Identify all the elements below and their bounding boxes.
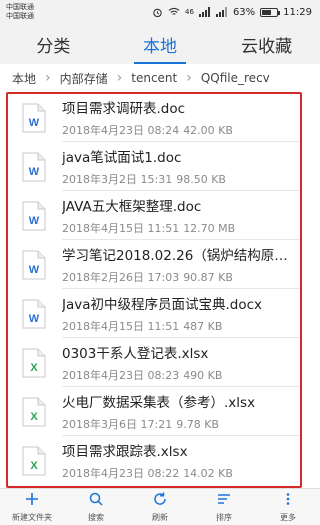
row-divider (62, 435, 300, 436)
file-size: 90.87 KB (183, 271, 233, 284)
file-row[interactable]: W 项目需求调研表.doc 2018年4月23日 08:24 42.00 KB (8, 94, 300, 142)
file-row[interactable]: X 项目需求跟踪表.xlsx 2018年4月23日 08:22 14.02 KB (8, 437, 300, 485)
excel-sheet-icon: X (22, 348, 46, 378)
file-row[interactable]: W Java初中级程序员面试宝典.docx 2018年4月15日 11:51 48… (8, 290, 300, 338)
tab-bar: 分类 本地 云收藏 (0, 24, 320, 64)
search-button[interactable]: 搜索 (64, 489, 128, 525)
file-size: 490 KB (183, 369, 223, 382)
breadcrumb-qqfile-recv[interactable]: QQfile_recv (197, 71, 274, 85)
alarm-icon (152, 7, 163, 18)
sort-label: 排序 (216, 513, 232, 522)
file-date: 2018年3月6日 17:21 (62, 418, 173, 431)
word-doc-icon: W (22, 299, 46, 329)
svg-text:W: W (29, 166, 40, 178)
row-divider (62, 141, 300, 142)
tab-local[interactable]: 本地 (107, 24, 214, 64)
word-doc-icon: W (22, 201, 46, 231)
file-date: 2018年3月2日 15:31 (62, 173, 173, 186)
file-date: 2018年4月23日 08:22 (62, 467, 180, 480)
row-divider (62, 190, 300, 191)
excel-sheet-icon: X (22, 397, 46, 427)
word-doc-icon: W (22, 152, 46, 182)
file-list: W 项目需求调研表.doc 2018年4月23日 08:24 42.00 KB W… (6, 92, 302, 488)
svg-text:X: X (30, 411, 38, 423)
file-date: 2018年2月26日 17:03 (62, 271, 180, 284)
file-row[interactable]: W java笔试面试1.doc 2018年3月2日 15:31 98.50 KB (8, 143, 300, 191)
chevron-right-icon: › (45, 70, 51, 86)
file-date: 2018年4月15日 11:51 (62, 222, 180, 235)
excel-sheet-icon: X (22, 446, 46, 476)
battery-percent: 63% (232, 6, 256, 18)
file-date: 2018年4月15日 11:51 (62, 320, 180, 333)
file-row[interactable]: W 学习笔记2018.02.26（锅炉结构原理及… 2018年2月26日 17:… (8, 241, 300, 289)
file-size: 14.02 KB (183, 467, 233, 480)
svg-text:X: X (30, 362, 38, 374)
file-row[interactable]: X 火电厂数据采集表（参考）.xlsx 2018年3月6日 17:21 9.78 … (8, 388, 300, 436)
battery-icon (260, 7, 281, 17)
bottom-toolbar: 新建文件夹 搜索 刷新 排序 更多 (0, 488, 320, 525)
file-date: 2018年4月23日 08:24 (62, 124, 180, 137)
file-name: java笔试面试1.doc (62, 150, 182, 166)
refresh-label: 刷新 (152, 513, 168, 522)
file-size: 9.78 KB (176, 418, 219, 431)
signal-bars-icon (198, 7, 211, 17)
new-folder-label: 新建文件夹 (12, 513, 52, 522)
file-name: 项目需求跟踪表.xlsx (62, 444, 188, 460)
file-name: Java初中级程序员面试宝典.docx (62, 297, 263, 313)
file-name: 0303干系人登记表.xlsx (62, 346, 209, 362)
chevron-right-icon: › (186, 70, 192, 86)
sort-button[interactable]: 排序 (192, 489, 256, 525)
file-name: 项目需求调研表.doc (62, 101, 186, 117)
file-date: 2018年4月23日 08:23 (62, 369, 180, 382)
status-bar: 中国联通 中国联通 46 63% 11:29 (0, 0, 320, 24)
more-button[interactable]: 更多 (256, 489, 320, 525)
file-name: JAVA五大框架整理.doc (62, 199, 202, 215)
word-doc-icon: W (22, 250, 46, 280)
signal-bars-icon-2 (215, 7, 228, 17)
sort-icon (216, 491, 232, 511)
svg-text:W: W (29, 117, 40, 129)
chevron-right-icon: › (116, 70, 123, 86)
file-name: 学习笔记2018.02.26（锅炉结构原理及… (62, 248, 296, 264)
breadcrumb-internal-storage[interactable]: 内部存储 (56, 70, 112, 87)
more-label: 更多 (280, 513, 296, 522)
svg-text:W: W (29, 264, 40, 276)
plus-icon (24, 491, 40, 511)
breadcrumb-local[interactable]: 本地 (8, 70, 40, 87)
carrier-label-2: 中国联通 (6, 12, 34, 20)
signal-label: 46 (185, 8, 194, 16)
file-name: 火电厂数据采集表（参考）.xlsx (62, 395, 256, 411)
breadcrumb: 本地 › 内部存储 › tencent › QQfile_recv (0, 66, 320, 90)
file-row[interactable]: X 0303干系人登记表.xlsx 2018年4月23日 08:23 490 KB (8, 339, 300, 387)
refresh-button[interactable]: 刷新 (128, 489, 192, 525)
refresh-icon (152, 491, 168, 511)
file-row[interactable]: W JAVA五大框架整理.doc 2018年4月15日 11:51 12.70 M… (8, 192, 300, 240)
file-size: 487 KB (183, 320, 223, 333)
search-icon (88, 491, 104, 511)
row-divider (62, 288, 300, 289)
row-divider (62, 239, 300, 240)
carrier-label-1: 中国联通 (6, 3, 34, 11)
file-size: 42.00 KB (183, 124, 233, 137)
tab-cloud-favorites[interactable]: 云收藏 (213, 24, 320, 64)
tab-category[interactable]: 分类 (0, 24, 107, 64)
wifi-icon (168, 7, 180, 17)
word-doc-icon: W (22, 103, 46, 133)
clock: 11:29 (283, 6, 312, 18)
row-divider (62, 386, 300, 387)
more-icon (280, 491, 296, 511)
status-indicators: 46 63% 11:29 (152, 4, 312, 20)
svg-text:W: W (29, 215, 40, 227)
breadcrumb-tencent[interactable]: tencent (127, 71, 181, 85)
svg-text:X: X (30, 460, 38, 472)
search-label: 搜索 (88, 513, 104, 522)
svg-text:W: W (29, 313, 40, 325)
row-divider (62, 337, 300, 338)
file-size: 98.50 KB (176, 173, 226, 186)
file-size: 12.70 MB (183, 222, 236, 235)
new-folder-button[interactable]: 新建文件夹 (0, 489, 64, 525)
